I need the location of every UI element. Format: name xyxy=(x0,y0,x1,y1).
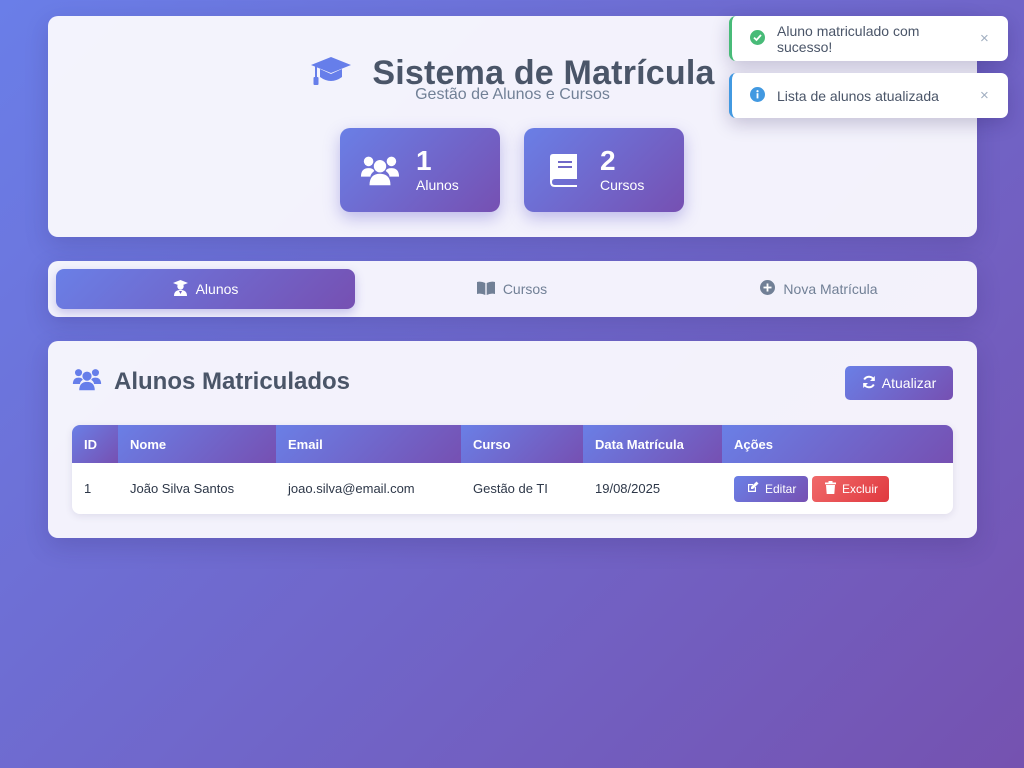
book-open-icon xyxy=(476,281,495,298)
column-header-acoes: Ações xyxy=(722,425,953,463)
column-header-email: Email xyxy=(276,425,461,463)
trash-icon xyxy=(825,480,836,497)
edit-label: Editar xyxy=(765,481,797,496)
column-header-nome: Nome xyxy=(118,425,276,463)
students-table: ID Nome Email Curso Data Matrícula Ações… xyxy=(72,425,953,514)
column-header-data: Data Matrícula xyxy=(583,425,722,463)
users-icon xyxy=(72,367,102,396)
stat-value-alunos: 1 xyxy=(416,145,432,176)
tab-label: Nova Matrícula xyxy=(783,281,878,297)
tab-cursos[interactable]: Cursos xyxy=(355,269,669,309)
stat-card-alunos: 1 Alunos xyxy=(340,128,500,212)
stats-row: 1 Alunos 2 Cursos xyxy=(340,128,684,212)
tab-alunos[interactable]: Alunos xyxy=(56,269,355,309)
toast-message: Lista de alunos atualizada xyxy=(777,87,939,104)
cell-id: 1 xyxy=(84,481,92,496)
tab-label: Alunos xyxy=(195,281,239,297)
stat-card-cursos: 2 Cursos xyxy=(524,128,684,212)
refresh-button[interactable]: Atualizar xyxy=(845,366,953,400)
tab-nova-matricula[interactable]: Nova Matrícula xyxy=(669,269,969,309)
cell-email: joao.silva@email.com xyxy=(288,481,415,496)
stat-value-cursos: 2 xyxy=(600,145,616,176)
edit-icon xyxy=(747,481,759,496)
edit-button[interactable]: Editar xyxy=(734,475,808,502)
section-title: Alunos Matriculados xyxy=(114,367,351,395)
cell-curso: Gestão de TI xyxy=(473,481,548,496)
table-header-row: ID Nome Email Curso Data Matrícula Ações xyxy=(72,425,953,463)
students-section: Alunos Matriculados Atualizar ID Nome Em xyxy=(48,341,977,538)
delete-button[interactable]: Excluir xyxy=(812,475,889,502)
table-row: 1 João Silva Santos joao.silva@email.com… xyxy=(72,463,953,514)
stat-label-cursos: Cursos xyxy=(600,177,645,193)
check-circle-icon xyxy=(750,29,765,48)
toast-success: Aluno matriculado com sucesso! × xyxy=(729,16,1008,61)
refresh-icon xyxy=(862,375,876,392)
plus-circle-icon xyxy=(760,280,776,298)
cell-nome: João Silva Santos xyxy=(130,481,235,496)
users-icon xyxy=(360,153,400,187)
refresh-label: Atualizar xyxy=(881,375,937,391)
toast-message: Aluno matriculado com sucesso! xyxy=(777,22,920,55)
section-header: Alunos Matriculados xyxy=(72,367,350,396)
tab-bar: Alunos Cursos Nova Matrícula xyxy=(48,261,977,317)
toast-info: Lista de alunos atualizada × xyxy=(729,73,1008,118)
delete-label: Excluir xyxy=(842,481,879,496)
user-graduate-icon xyxy=(172,279,188,299)
cell-actions: Editar Excluir xyxy=(722,463,953,514)
info-circle-icon xyxy=(750,86,765,105)
cell-data: 19/08/2025 xyxy=(595,481,661,496)
stat-label-alunos: Alunos xyxy=(416,177,459,193)
column-header-curso: Curso xyxy=(461,425,583,463)
book-icon xyxy=(544,153,584,187)
toast-close-button[interactable]: × xyxy=(980,30,1008,47)
tab-label: Cursos xyxy=(502,281,548,297)
toast-close-button[interactable]: × xyxy=(980,87,1008,104)
column-header-id: ID xyxy=(72,425,118,463)
